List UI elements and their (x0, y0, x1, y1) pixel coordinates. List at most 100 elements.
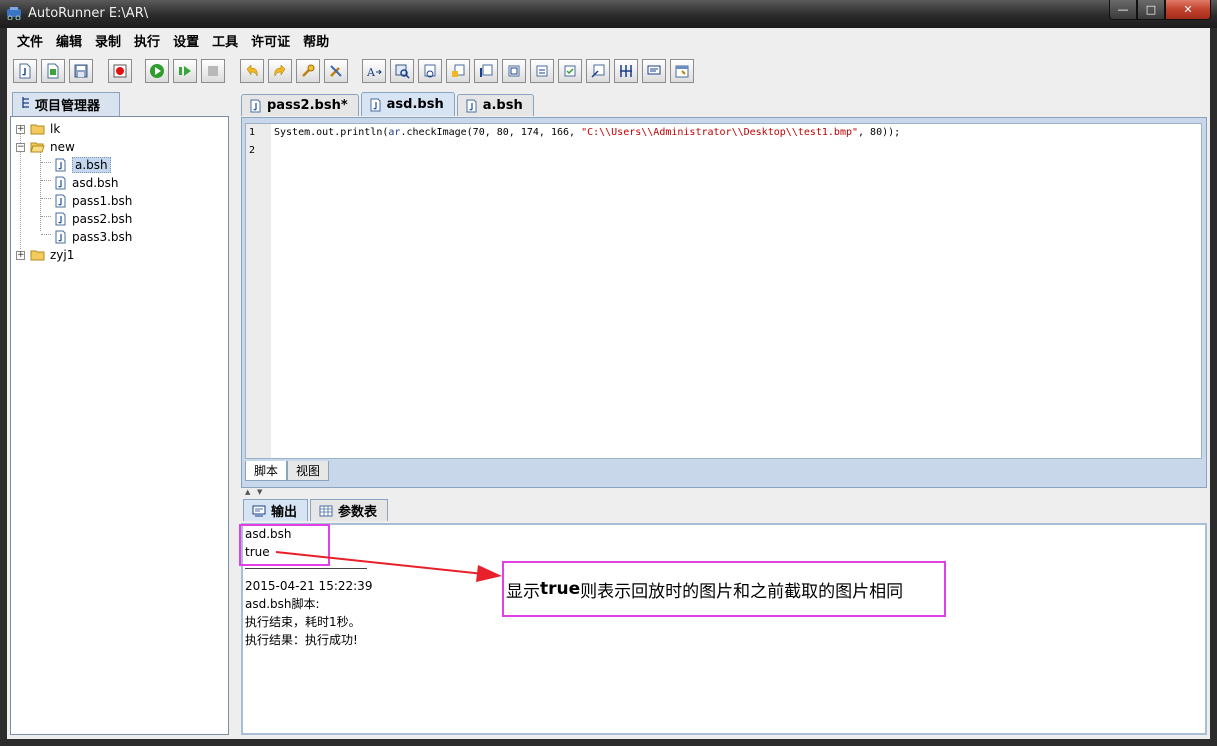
search-image-icon[interactable] (390, 59, 414, 83)
tab-pass2-bsh[interactable]: pass2.bsh* (241, 94, 359, 116)
menu-edit[interactable]: 编辑 (50, 31, 88, 50)
code-text[interactable]: System.out.println(ar.checkImage(70, 80,… (274, 124, 900, 160)
output-tabs: 输出 参数表 (243, 499, 390, 521)
tab-project-manager[interactable]: 项目管理器 (12, 92, 120, 116)
vertical-splitter[interactable] (233, 92, 241, 735)
script-file-icon (55, 230, 66, 244)
undo-icon[interactable] (240, 59, 264, 83)
tab-a-bsh[interactable]: a.bsh (456, 94, 534, 116)
check-icon-1[interactable] (446, 59, 470, 83)
tree-label: a.bsh (72, 157, 111, 173)
open-icon[interactable] (41, 59, 65, 83)
settings-wrench-icon[interactable] (324, 59, 348, 83)
check-icon-6[interactable] (586, 59, 610, 83)
tab-output[interactable]: 输出 (243, 499, 309, 521)
close-button[interactable]: ✕ (1165, 0, 1211, 20)
tab-label: a.bsh (482, 98, 523, 113)
collapse-up-arrow-icon[interactable]: ▲ (245, 488, 250, 496)
project-panel: 项目管理器 + lk − new a.bsh asd.bsh pass1.bsh… (10, 92, 229, 735)
project-tree: + lk − new a.bsh asd.bsh pass1.bsh pass2… (10, 116, 229, 735)
code-line-1: System.out.println(ar.checkImage(70, 80,… (274, 124, 900, 142)
callout-prefix: 显示 (506, 581, 540, 602)
svg-text:A: A (366, 66, 376, 79)
line-number-gutter: 1 2 (246, 124, 271, 458)
title-bar: AutoRunner E:\AR\ — □ ✕ (0, 0, 1217, 28)
menu-settings[interactable]: 设置 (167, 31, 205, 50)
code-editor[interactable]: 1 2 System.out.println(ar.checkImage(70,… (245, 123, 1202, 459)
menu-license[interactable]: 许可证 (245, 31, 296, 50)
horizontal-splitter[interactable]: ▲ ▼ (241, 488, 1207, 497)
editor-frame: 1 2 System.out.println(ar.checkImage(70,… (241, 117, 1207, 488)
callout-suffix: 则表示回放时的图片和之前截取的图片相同 (580, 581, 904, 602)
output-line: 执行结束，耗时1秒。 (245, 615, 361, 629)
tree-file-pass3-bsh[interactable]: pass3.bsh (55, 228, 132, 246)
monitor-icon (252, 505, 266, 516)
tree-label: zyj1 (50, 248, 75, 262)
columns-icon[interactable] (614, 59, 638, 83)
tab-label: asd.bsh (386, 97, 444, 112)
code-token: , 80)); (858, 127, 901, 138)
menu-help[interactable]: 帮助 (297, 31, 335, 50)
line-number: 2 (249, 145, 256, 156)
window-title: AutoRunner E:\AR\ (28, 6, 149, 21)
collapse-icon[interactable]: − (16, 142, 25, 152)
tab-script[interactable]: 脚本 (245, 461, 288, 481)
tree-file-asd-bsh[interactable]: asd.bsh (55, 174, 119, 192)
menu-file[interactable]: 文件 (11, 31, 49, 50)
check-icon-4[interactable] (530, 59, 554, 83)
code-token: System.out.println( (274, 127, 389, 138)
properties-icon[interactable] (670, 59, 694, 83)
toolbar: A (7, 59, 1210, 89)
collapse-down-arrow-icon[interactable]: ▼ (257, 488, 262, 496)
stop-icon[interactable] (201, 59, 225, 83)
callout-bold: true (540, 579, 581, 599)
folder-icon (30, 124, 45, 135)
tree-label: pass1.bsh (72, 194, 133, 208)
tree-file-pass2-bsh[interactable]: pass2.bsh (55, 210, 132, 228)
tab-view[interactable]: 视图 (287, 461, 330, 481)
maximize-button[interactable]: □ (1137, 0, 1165, 20)
tab-params[interactable]: 参数表 (310, 499, 389, 521)
wrench-icon[interactable] (296, 59, 320, 83)
tab-asd-bsh[interactable]: asd.bsh (360, 92, 455, 116)
menu-run[interactable]: 执行 (128, 31, 166, 50)
checkpoint-icon[interactable] (418, 59, 442, 83)
check-icon-5[interactable] (558, 59, 582, 83)
tree-label: lk (50, 122, 61, 136)
menu-record[interactable]: 录制 (89, 31, 127, 50)
tree-label: asd.bsh (72, 176, 119, 190)
folder-icon (30, 250, 45, 261)
code-string: "C:\\Users\\Administrator\\Desktop\\test… (581, 127, 859, 138)
tab-label: 输出 (271, 505, 298, 520)
tree-folder-lk[interactable]: + lk (16, 120, 60, 138)
tab-label: pass2.bsh* (267, 98, 348, 113)
check-icon-2[interactable] (474, 59, 498, 83)
table-icon (319, 505, 333, 516)
code-token: .checkImage(70, 80, 174, 166, (400, 127, 582, 138)
expand-icon[interactable]: + (16, 250, 25, 260)
menu-tools[interactable]: 工具 (206, 31, 244, 50)
record-icon[interactable] (108, 59, 132, 83)
run-step-icon[interactable] (173, 59, 197, 83)
run-icon[interactable] (145, 59, 169, 83)
comment-icon[interactable] (642, 59, 666, 83)
tree-folder-zyj1[interactable]: + zyj1 (16, 246, 74, 264)
check-icon-3[interactable] (502, 59, 526, 83)
text-icon[interactable]: A (362, 59, 386, 83)
new-script-icon[interactable] (13, 59, 37, 83)
line-number: 1 (249, 127, 256, 138)
save-icon[interactable] (69, 59, 93, 83)
editor-area: pass2.bsh* asd.bsh a.bsh 1 2 System.out.… (241, 92, 1207, 488)
script-file-icon (55, 194, 66, 208)
minimize-button[interactable]: — (1109, 0, 1137, 20)
redo-icon[interactable] (268, 59, 292, 83)
tree-folder-new[interactable]: − new (16, 138, 75, 156)
tab-project-manager-label: 项目管理器 (35, 99, 101, 114)
tree-label: pass3.bsh (72, 230, 133, 244)
output-line: asd.bsh脚本: (245, 597, 320, 611)
tree-file-pass1-bsh[interactable]: pass1.bsh (55, 192, 132, 210)
folder-open-icon (30, 142, 45, 153)
expand-icon[interactable]: + (16, 124, 25, 134)
tree-file-a-bsh[interactable]: a.bsh (55, 156, 111, 174)
